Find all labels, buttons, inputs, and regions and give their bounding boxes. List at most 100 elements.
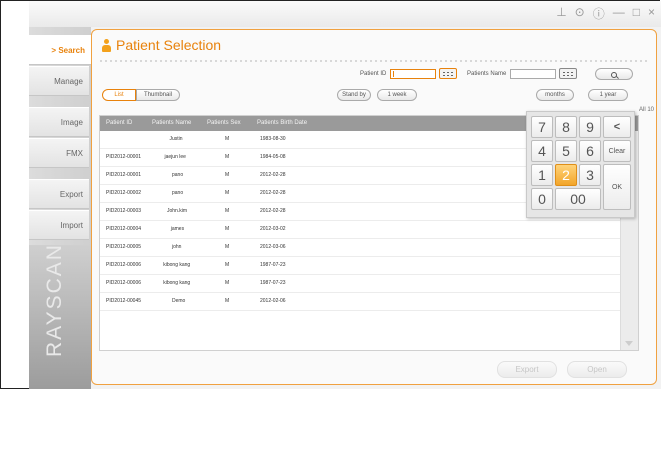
table-row[interactable]: PID2012-00005 john M 2012-03-06: [100, 239, 622, 257]
maximize-icon[interactable]: □: [633, 5, 640, 22]
table-row[interactable]: PID2012-00045 Demo M 2012-02-06: [100, 293, 622, 311]
column-header-patient-sex[interactable]: Patients Sex: [207, 116, 241, 131]
table-cell: kibong kang: [163, 280, 191, 286]
table-cell: M: [225, 262, 230, 268]
keypad-icon[interactable]: [439, 68, 457, 79]
table-cell: 1987-07-23: [260, 262, 286, 268]
table-cell: M: [225, 136, 230, 142]
search-button[interactable]: [595, 68, 633, 80]
table-cell: pano: [172, 172, 184, 178]
numpad-key-6[interactable]: 6: [579, 140, 601, 162]
table-row[interactable]: PID2012-00006 kibong kang M 1987-07-23: [100, 275, 622, 293]
numpad-key-3[interactable]: 3: [579, 164, 601, 186]
table-row[interactable]: PID2012-00006 kibong kang M 1987-07-23: [100, 257, 622, 275]
table-cell: M: [225, 172, 230, 178]
scroll-down-icon[interactable]: [625, 341, 633, 346]
page-title-text: Patient Selection: [116, 37, 222, 53]
table-cell: 1984-05-08: [260, 154, 286, 160]
pin-icon[interactable]: ⊥: [556, 5, 566, 22]
patient-id-input[interactable]: [390, 69, 436, 79]
table-row[interactable]: PID2012-00004 james M 2012-03-02: [100, 221, 622, 239]
open-button[interactable]: Open: [567, 361, 627, 378]
table-cell: John.kim: [167, 208, 188, 214]
table-cell: Justin: [169, 136, 183, 142]
tab-list[interactable]: List: [102, 89, 136, 101]
search-icon: [611, 72, 617, 78]
table-cell: 2012-02-06: [260, 298, 286, 304]
filter-months-button[interactable]: months: [536, 89, 574, 101]
brand-logo: RAYSCAN: [43, 243, 66, 357]
numpad-key-8[interactable]: 8: [555, 116, 577, 138]
table-cell: PID2012-00004: [106, 226, 142, 232]
numpad-key-1[interactable]: 1: [531, 164, 553, 186]
column-header-birth-date[interactable]: Patients Birth Date: [257, 116, 307, 131]
table-cell: PID2012-00002: [106, 190, 142, 196]
sidebar-item-search[interactable]: > Search: [29, 35, 91, 65]
keyboard-icon[interactable]: [559, 68, 577, 79]
text-caret: [393, 71, 394, 77]
patient-selection-panel: Patient Selection Patient ID Patients Na…: [91, 29, 657, 385]
sidebar-item-import[interactable]: Import: [29, 210, 89, 240]
screenshot-frame: ⊥ ⊙ ⓘ — □ × > Search Manage Image FMX Ex…: [0, 0, 661, 389]
table-cell: 1987-07-23: [260, 280, 286, 286]
table-cell: PID2012-00005: [106, 244, 142, 250]
sidebar-item-fmx[interactable]: FMX: [29, 138, 89, 168]
help-icon[interactable]: ⓘ: [593, 5, 605, 22]
patient-name-label: Patients Name: [467, 71, 507, 77]
page-title: Patient Selection: [102, 37, 221, 53]
numpad-key-5[interactable]: 5: [555, 140, 577, 162]
table-cell: 2012-02-28: [260, 208, 286, 214]
title-divider: [100, 60, 650, 62]
filter-1week-button[interactable]: 1 week: [377, 89, 417, 101]
table-cell: PID2012-00006: [106, 280, 142, 286]
table-cell: 1983-08-30: [260, 136, 286, 142]
table-cell: kibong kang: [163, 262, 191, 268]
numeric-keypad: 7 8 9 < 4 5 6 Clear 1 2 3 OK 0 00: [526, 111, 635, 218]
numpad-key-00[interactable]: 00: [555, 188, 601, 210]
patient-name-input[interactable]: [510, 69, 556, 79]
table-cell: PID2012-00001: [106, 154, 142, 160]
column-header-patient-name[interactable]: Patients Name: [152, 116, 191, 131]
filter-1year-button[interactable]: 1 year: [588, 89, 628, 101]
table-cell: M: [225, 298, 230, 304]
numpad-key-clear[interactable]: Clear: [603, 140, 631, 162]
table-cell: M: [225, 208, 230, 214]
table-cell: pano: [172, 190, 184, 196]
sidebar-item-manage[interactable]: Manage: [29, 66, 89, 96]
table-cell: PID2012-00001: [106, 172, 142, 178]
column-header-patient-id[interactable]: Patient ID: [106, 116, 132, 131]
table-cell: john: [172, 244, 182, 250]
numpad-key-9[interactable]: 9: [579, 116, 601, 138]
table-cell: M: [225, 190, 230, 196]
table-cell: M: [225, 280, 230, 286]
settings-icon[interactable]: ⊙: [575, 5, 585, 22]
table-cell: PID2012-00045: [106, 298, 142, 304]
export-button[interactable]: Export: [497, 361, 557, 378]
numpad-key-2[interactable]: 2: [555, 164, 577, 186]
table-cell: 2012-03-02: [260, 226, 286, 232]
table-cell: 2012-02-28: [260, 190, 286, 196]
numpad-key-ok[interactable]: OK: [603, 164, 631, 210]
record-count: All 10: [638, 107, 654, 113]
table-cell: M: [225, 244, 230, 250]
numpad-key-0[interactable]: 0: [531, 188, 553, 210]
close-icon[interactable]: ×: [648, 5, 655, 22]
table-cell: 2012-03-06: [260, 244, 286, 250]
title-bar: ⊥ ⊙ ⓘ — □ ×: [29, 1, 661, 27]
table-cell: PID2012-00003: [106, 208, 142, 214]
numpad-key-7[interactable]: 7: [531, 116, 553, 138]
table-cell: 2012-02-28: [260, 172, 286, 178]
numpad-key-4[interactable]: 4: [531, 140, 553, 162]
sidebar-item-image[interactable]: Image: [29, 107, 89, 137]
sidebar-item-export[interactable]: Export: [29, 179, 89, 209]
patient-icon: [102, 38, 111, 52]
tab-thumbnail[interactable]: Thumbnail: [136, 89, 180, 101]
filter-standby-button[interactable]: Stand by: [337, 89, 371, 101]
app-window: ⊥ ⊙ ⓘ — □ × > Search Manage Image FMX Ex…: [29, 1, 661, 389]
numpad-key-backspace[interactable]: <: [603, 116, 631, 138]
table-cell: PID2012-00006: [106, 262, 142, 268]
minimize-icon[interactable]: —: [613, 5, 625, 22]
table-cell: jaejun lee: [164, 154, 186, 160]
table-cell: Demo: [172, 298, 186, 304]
table-cell: M: [225, 226, 230, 232]
